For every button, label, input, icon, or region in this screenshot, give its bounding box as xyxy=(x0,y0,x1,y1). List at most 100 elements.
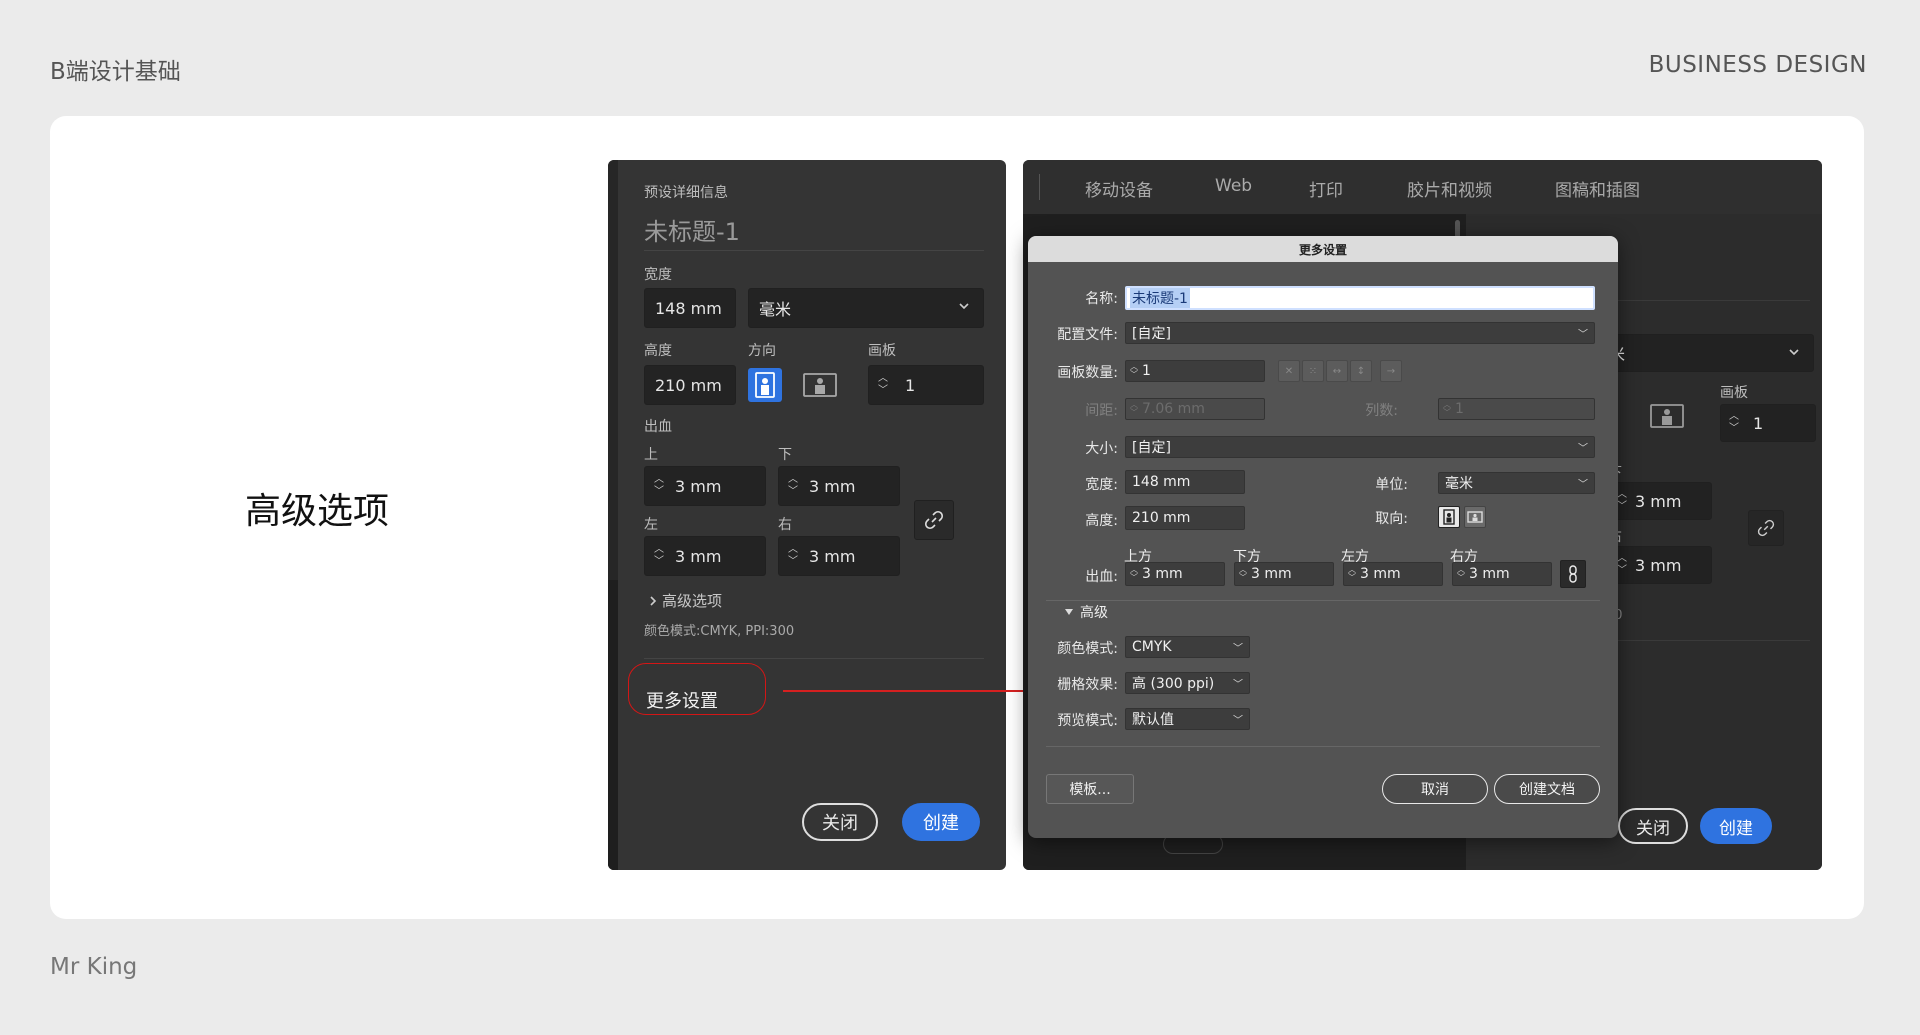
columns-input[interactable]: ︿ ﹀ 1 xyxy=(1438,398,1595,420)
bleed-left-input[interactable]: ︿ ﹀ 3 mm xyxy=(644,536,766,576)
layout-direction-icon[interactable]: → xyxy=(1380,360,1402,382)
cancel-button[interactable]: 取消 xyxy=(1382,774,1488,804)
artboard-stepper[interactable]: ︿ ﹀ xyxy=(869,366,897,404)
landscape-icon xyxy=(803,373,837,397)
landscape-button[interactable] xyxy=(798,368,842,402)
chevron-down-icon: ﹀ xyxy=(1233,643,1243,655)
side-bleed-input-b[interactable]: ︿ ﹀ 3 mm xyxy=(1608,546,1712,584)
bleed-top-input[interactable]: ︿ ﹀ 3 mm xyxy=(1125,562,1225,586)
bleed-left-stepper[interactable]: ︿ ﹀ xyxy=(1344,563,1360,585)
bleed-bottom-input[interactable]: ︿ ﹀ 3 mm xyxy=(1234,562,1334,586)
unit-select[interactable]: 毫米 ﹀ xyxy=(1438,472,1595,494)
side-value-b: 3 mm xyxy=(1635,555,1682,575)
columns-stepper[interactable]: ︿ ﹀ xyxy=(1439,399,1455,419)
portrait-button[interactable] xyxy=(1438,506,1460,528)
bleed-top-stepper[interactable]: ︿ ﹀ xyxy=(645,467,673,505)
chevron-down-icon xyxy=(957,299,971,313)
preview-mode-select[interactable]: 默认值 ﹀ xyxy=(1125,708,1250,730)
grid-by-column-icon[interactable]: ⁙ xyxy=(1302,360,1324,382)
more-settings-dialog: 更多设置 名称: 未标题-1 配置文件: [自定] ﹀ 画板数量: ︿ ﹀ 1 ✕… xyxy=(1028,236,1618,838)
templates-button[interactable]: 模板... xyxy=(1046,774,1134,804)
height-input[interactable]: 210 mm xyxy=(1125,506,1245,530)
artboards-label: 画板数量: xyxy=(1057,365,1118,381)
bleed-right-input[interactable]: ︿ ﹀ 3 mm xyxy=(778,536,900,576)
create-document-button[interactable]: 创建文档 xyxy=(1494,774,1600,804)
color-mode-select[interactable]: CMYK ﹀ xyxy=(1125,636,1250,658)
width-input[interactable]: 148 mm xyxy=(644,288,736,328)
spacing-stepper[interactable]: ︿ ﹀ xyxy=(1126,399,1142,419)
color-mode-value: CMYK xyxy=(1132,639,1172,655)
link-bleed-button[interactable] xyxy=(914,500,954,540)
side-link-button[interactable] xyxy=(1748,510,1784,546)
bleed-bottom-input[interactable]: ︿ ﹀ 3 mm xyxy=(778,466,900,506)
preview-mode-value: 默认值 xyxy=(1132,712,1174,728)
bleed-right-stepper[interactable]: ︿ ﹀ xyxy=(1453,563,1469,585)
tab-print[interactable]: 打印 xyxy=(1309,176,1343,201)
raster-effects-select[interactable]: 高 (300 ppi) ﹀ xyxy=(1125,672,1250,694)
document-name-input[interactable]: 未标题-1 xyxy=(644,212,740,247)
link-bleed-button[interactable] xyxy=(1560,560,1586,588)
arrange-column-icon[interactable]: ↕ xyxy=(1350,360,1372,382)
bleed-top-stepper[interactable]: ︿ ﹀ xyxy=(1126,563,1142,585)
chevron-down-icon: ﹀ xyxy=(1578,479,1588,491)
height-input[interactable]: 210 mm xyxy=(644,365,736,405)
bleed-left-input[interactable]: ︿ ﹀ 3 mm xyxy=(1343,562,1443,586)
columns-value: 1 xyxy=(1455,401,1464,417)
side-close-button[interactable]: 关闭 xyxy=(1618,808,1688,844)
divider xyxy=(644,658,984,659)
bleed-right-input[interactable]: ︿ ﹀ 3 mm xyxy=(1452,562,1552,586)
unit-select[interactable]: 毫米 xyxy=(748,288,984,328)
side-unit-select[interactable]: 米 xyxy=(1598,334,1814,372)
tab-divider xyxy=(1039,174,1040,200)
artboards-stepper[interactable]: ︿ ﹀ xyxy=(1126,361,1142,381)
advanced-toggle[interactable]: 高级 xyxy=(1064,602,1108,622)
arrange-row-icon[interactable]: ↔ xyxy=(1326,360,1348,382)
side-artboard-stepper[interactable]: ︿ ﹀ xyxy=(1721,405,1747,441)
close-button[interactable]: 关闭 xyxy=(802,803,878,841)
side-bleed-input-a[interactable]: ︿ ﹀ 3 mm xyxy=(1608,482,1712,520)
profile-label: 配置文件: xyxy=(1057,327,1118,343)
size-select[interactable]: [自定] ﹀ xyxy=(1125,436,1595,458)
chevron-down-icon: ﹀ xyxy=(1233,679,1243,691)
bleed-top-input[interactable]: ︿ ﹀ 3 mm xyxy=(644,466,766,506)
artboard-input[interactable]: ︿ ﹀ 1 xyxy=(868,365,984,405)
bleed-right-value: 3 mm xyxy=(809,546,856,566)
advanced-label: 高级 xyxy=(1080,605,1108,621)
create-button[interactable]: 创建 xyxy=(902,803,980,841)
advanced-options-label: 高级选项 xyxy=(662,592,723,610)
tab-mobile[interactable]: 移动设备 xyxy=(1085,176,1153,201)
landscape-button[interactable] xyxy=(1464,506,1486,528)
bleed-bottom-label: 下 xyxy=(778,447,792,463)
spacing-input[interactable]: ︿ ﹀ 7.06 mm xyxy=(1125,398,1265,420)
tab-art-illustration[interactable]: 图稿和插图 xyxy=(1555,176,1640,201)
bleed-bottom-stepper[interactable]: ︿ ﹀ xyxy=(1235,563,1251,585)
side-create-button[interactable]: 创建 xyxy=(1700,808,1772,844)
tab-film-video[interactable]: 胶片和视频 xyxy=(1407,176,1492,201)
unit-value: 毫米 xyxy=(1445,476,1473,492)
color-mode-label: 颜色模式: xyxy=(1057,641,1118,657)
grid-by-row-icon[interactable]: ✕ xyxy=(1278,360,1300,382)
advanced-options-toggle[interactable]: 高级选项 xyxy=(648,590,722,611)
profile-select[interactable]: [自定] ﹀ xyxy=(1125,322,1595,344)
width-input[interactable]: 148 mm xyxy=(1125,470,1245,494)
artboards-value: 1 xyxy=(1142,363,1151,379)
bleed-bottom-stepper[interactable]: ︿ ﹀ xyxy=(779,467,807,505)
portrait-button[interactable] xyxy=(748,368,782,402)
name-input[interactable]: 未标题-1 xyxy=(1125,286,1595,310)
section-title: 高级选项 xyxy=(245,491,390,532)
name-input-value: 未标题-1 xyxy=(1130,288,1190,308)
bleed-top-label: 上 xyxy=(644,447,658,463)
artboards-input[interactable]: ︿ ﹀ 1 xyxy=(1125,360,1265,382)
bleed-left-label: 左 xyxy=(644,517,658,533)
bleed-right-stepper[interactable]: ︿ ﹀ xyxy=(779,537,807,575)
portrait-icon xyxy=(1443,509,1455,525)
bleed-bottom-value: 3 mm xyxy=(1251,566,1292,582)
bleed-left-stepper[interactable]: ︿ ﹀ xyxy=(645,537,673,575)
tab-web[interactable]: Web xyxy=(1215,176,1252,196)
bleed-top-value: 3 mm xyxy=(1142,566,1183,582)
panel-edge-dark xyxy=(608,580,618,870)
divider xyxy=(1046,746,1600,747)
chevron-down-icon: ﹀ xyxy=(1578,329,1588,341)
bleed-right-value: 3 mm xyxy=(1469,566,1510,582)
side-artboard-input[interactable]: ︿ ﹀ 1 xyxy=(1720,404,1816,442)
